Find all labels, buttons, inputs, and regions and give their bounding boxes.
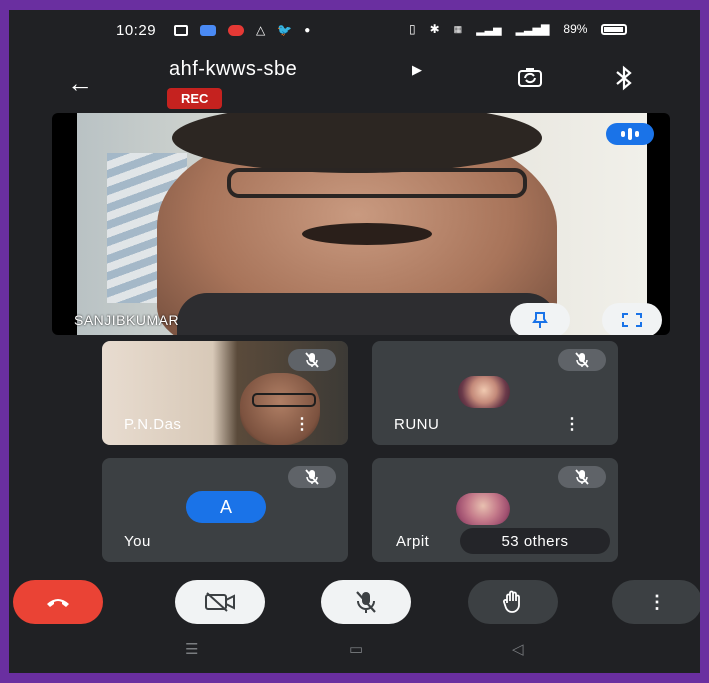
muted-indicator: [288, 349, 336, 371]
participant-tile[interactable]: RUNU ⋮: [372, 341, 618, 445]
volte-icon: ▦: [453, 23, 463, 34]
participant-tile[interactable]: Arpit 53 others: [372, 458, 618, 562]
jio-icon: [228, 24, 244, 36]
more-vert-icon[interactable]: ⋮: [564, 417, 580, 433]
twitter-icon: 🐦: [277, 23, 293, 37]
signal-4g-icon: ▂▃▅▇: [515, 23, 550, 36]
participant-name: P.N.Das: [124, 416, 182, 433]
recents-icon[interactable]: ☰: [185, 640, 198, 658]
dot-icon: ●: [304, 24, 311, 36]
video-icon: [174, 24, 188, 36]
home-icon[interactable]: ▭: [349, 640, 363, 658]
pin-icon: [532, 312, 548, 328]
speaker-shirt: [177, 293, 557, 335]
bell-icon: △: [256, 23, 266, 37]
phone-screen: 10:29 △ 🐦 ● ▯ ✱ ▦ ▂▃▅ ▂▃▅▇ 89% ← ahf-kww…: [9, 10, 700, 673]
bluetooth-status-icon: ✱: [429, 22, 440, 36]
signal-icon: ▂▃▅: [476, 23, 502, 36]
mic-toggle-button[interactable]: [321, 580, 411, 624]
participant-name: You: [124, 533, 151, 550]
meeting-code[interactable]: ahf-kwws-sbe: [169, 58, 297, 81]
system-icons: ▯ ✱ ▦ ▂▃▅ ▂▃▅▇ 89%: [409, 22, 628, 36]
mic-off-icon: [305, 469, 319, 485]
participant-avatar: [458, 376, 510, 408]
participant-avatar: [456, 493, 510, 525]
battery-icon: [601, 23, 628, 35]
speaker-name: SANJIBKUMAR: [74, 312, 180, 328]
mic-off-icon: [356, 591, 376, 613]
app-icon: [200, 24, 216, 36]
android-nav-bar: ☰ ▭ ◁: [9, 630, 700, 673]
fullscreen-button[interactable]: [602, 303, 662, 335]
meeting-details-arrow-icon[interactable]: ▶: [412, 62, 422, 78]
vibrate-icon: ▯: [409, 22, 416, 36]
muted-indicator: [558, 466, 606, 488]
end-call-button[interactable]: [13, 580, 103, 624]
recording-badge: REC: [167, 88, 223, 109]
more-options-button[interactable]: ⋮: [612, 580, 700, 624]
more-vert-icon[interactable]: ⋮: [294, 417, 310, 433]
participant-name: Arpit: [396, 533, 430, 550]
mic-off-icon: [575, 469, 589, 485]
others-count-chip[interactable]: 53 others: [460, 528, 610, 554]
mic-off-icon: [575, 352, 589, 368]
switch-camera-icon[interactable]: [516, 64, 544, 92]
back-icon[interactable]: ◁: [512, 640, 524, 658]
fullscreen-icon: [622, 313, 642, 327]
speaker-mustache: [302, 223, 432, 245]
meeting-header: ← ahf-kwws-sbe ▶ REC: [9, 50, 700, 110]
call-controls: ⋮: [9, 580, 700, 626]
audio-output-bluetooth-icon[interactable]: [613, 64, 635, 92]
raise-hand-button[interactable]: [468, 580, 558, 624]
back-arrow-icon[interactable]: ←: [67, 70, 93, 96]
more-vert-icon: ⋮: [648, 591, 666, 612]
participant-face: [240, 373, 320, 445]
muted-indicator: [558, 349, 606, 371]
main-speaker-tile[interactable]: SANJIBKUMAR: [52, 113, 670, 335]
participant-glasses: [252, 393, 316, 407]
status-bar: 10:29 △ 🐦 ● ▯ ✱ ▦ ▂▃▅ ▂▃▅▇ 89%: [9, 10, 700, 50]
self-tile[interactable]: A You: [102, 458, 348, 562]
status-time: 10:29: [116, 22, 157, 39]
participant-name: RUNU: [394, 416, 440, 433]
phone-hangup-icon: [47, 599, 69, 607]
speaker-video: [77, 113, 647, 335]
raise-hand-icon: [503, 590, 520, 613]
battery-percent: 89%: [563, 22, 588, 36]
camera-off-icon: [205, 592, 235, 612]
notification-icons: △ 🐦 ●: [174, 23, 310, 37]
mic-off-icon: [305, 352, 319, 368]
pin-button[interactable]: [510, 303, 570, 335]
participant-tile[interactable]: P.N.Das ⋮: [102, 341, 348, 445]
camera-toggle-button[interactable]: [175, 580, 265, 624]
muted-indicator: [288, 466, 336, 488]
speaking-indicator-icon: [606, 123, 654, 145]
speaker-glasses: [227, 168, 527, 198]
self-avatar: A: [186, 491, 266, 523]
